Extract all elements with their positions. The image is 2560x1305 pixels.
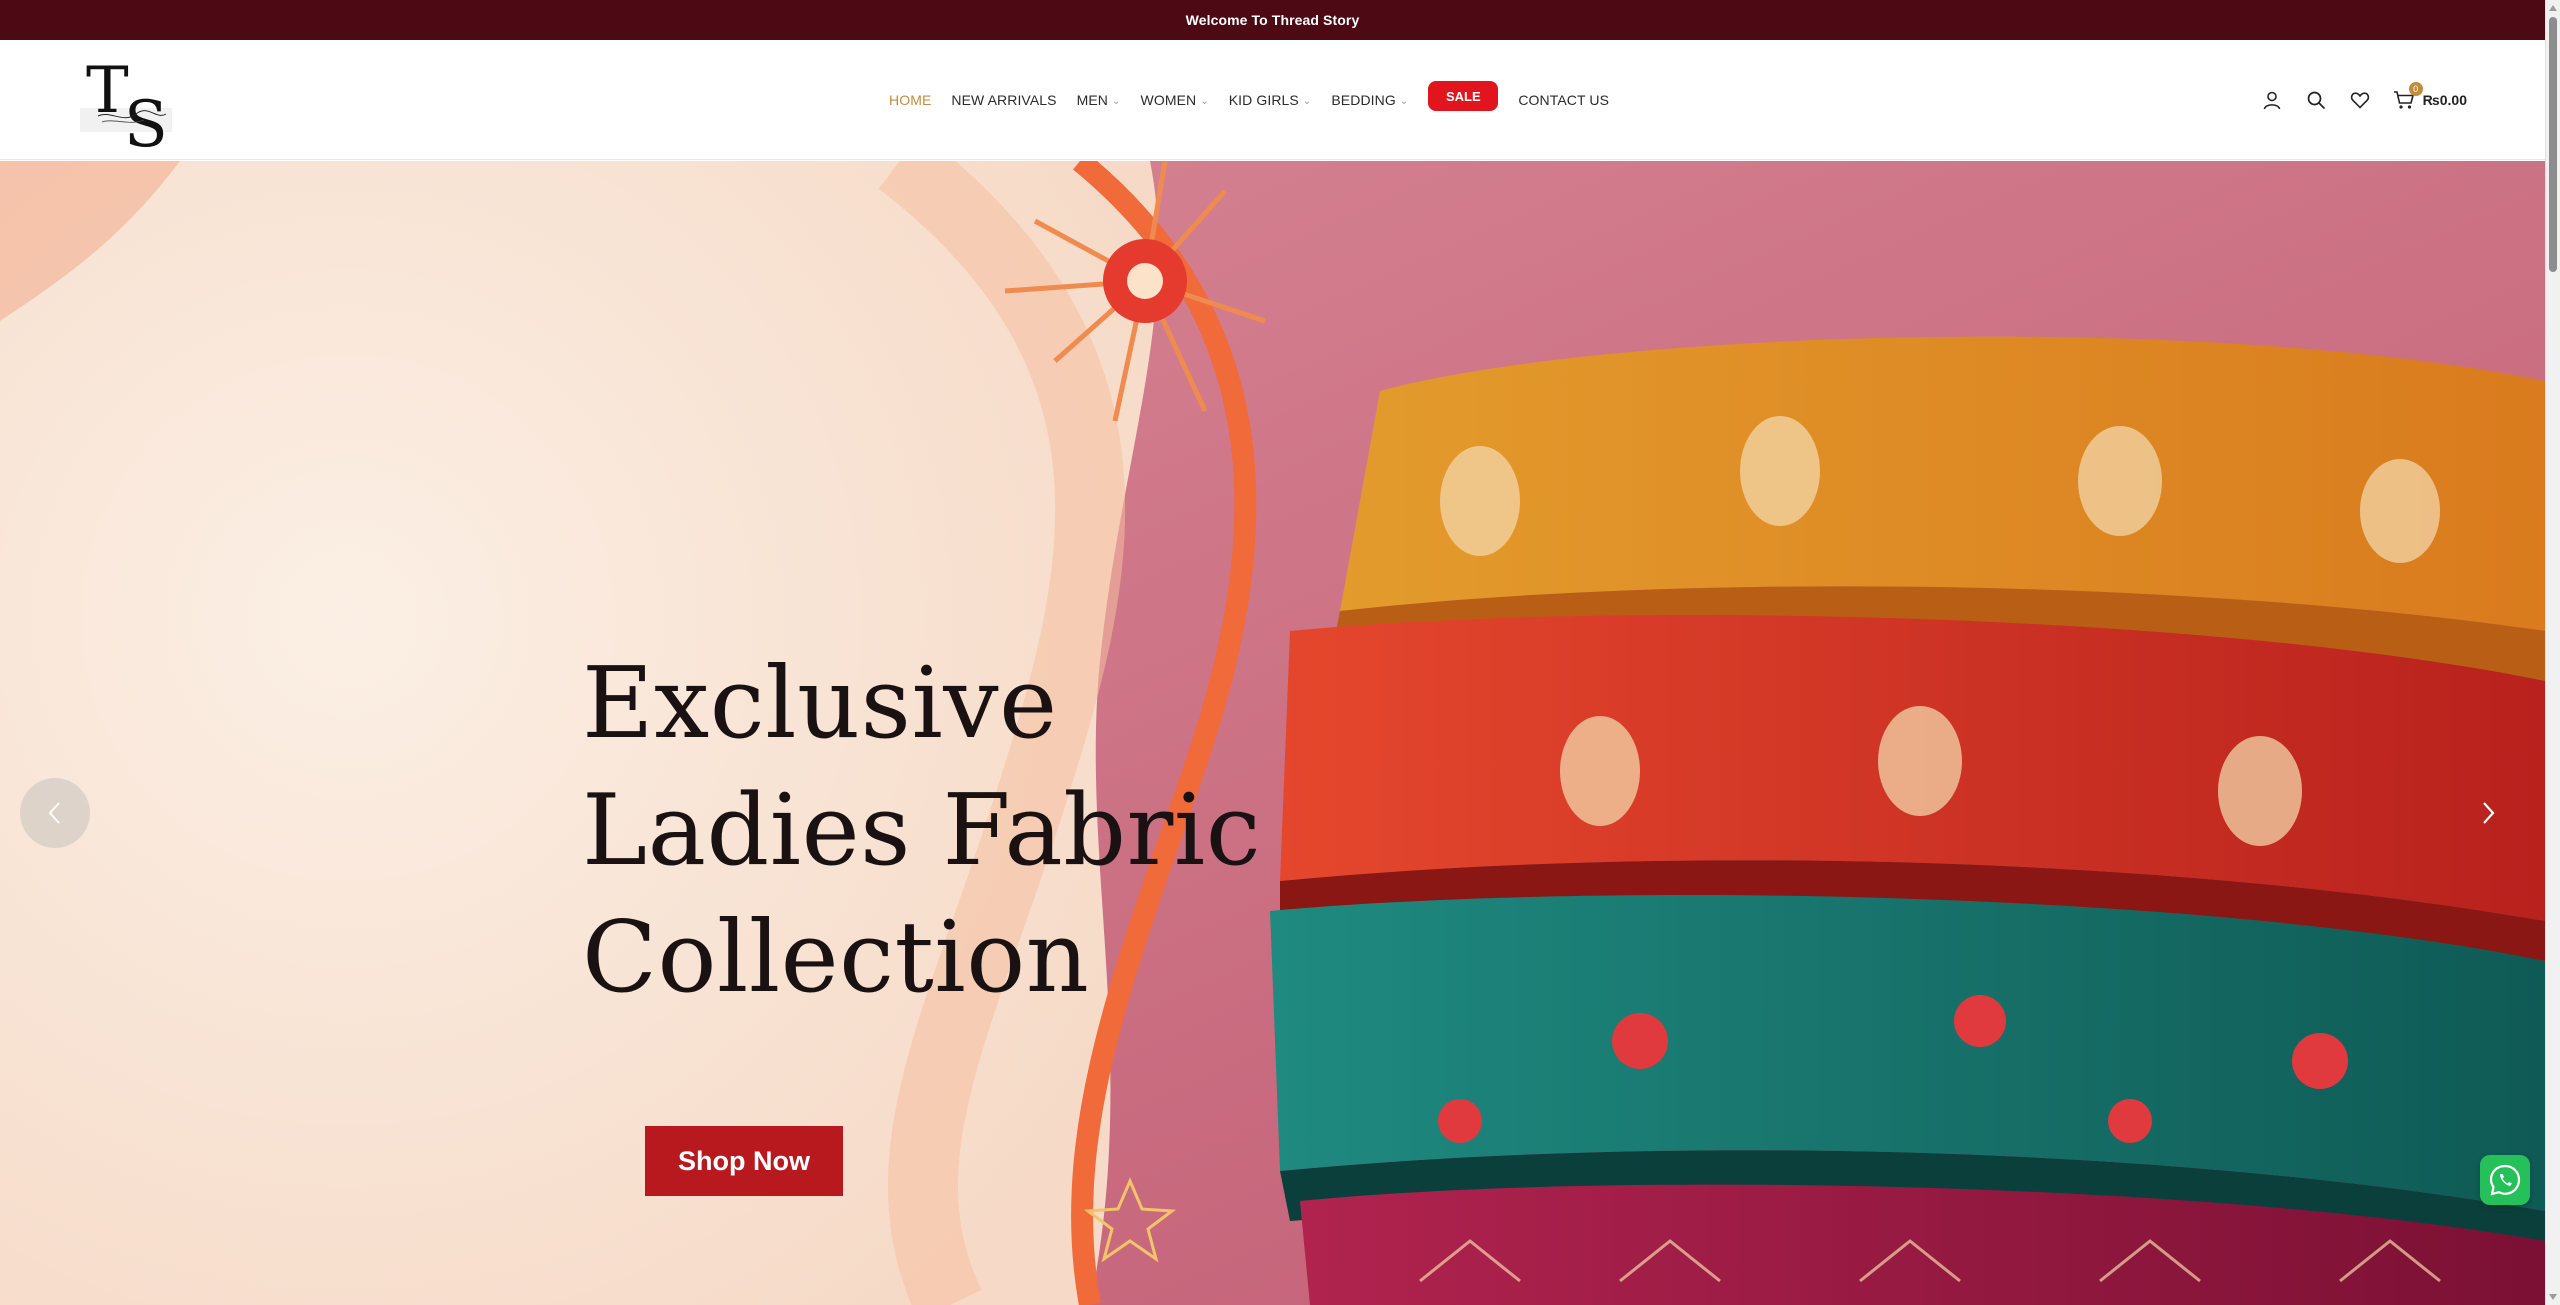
search-icon <box>2307 91 2325 110</box>
scroll-thumb[interactable] <box>2549 17 2557 272</box>
cart-button[interactable]: 0 ₨0.00 <box>2393 82 2467 111</box>
nav-men[interactable]: MEN ⌄ <box>1077 92 1121 108</box>
sale-label: SALE <box>1446 88 1481 104</box>
header-tools: 0 ₨0.00 <box>2261 40 2467 160</box>
chevron-down-icon: ⌄ <box>1302 95 1312 107</box>
shop-now-button[interactable]: Shop Now <box>645 1126 843 1196</box>
whatsapp-button[interactable] <box>2480 1155 2530 1205</box>
page-scrollbar[interactable] <box>2545 0 2560 1305</box>
nav-home[interactable]: HOME <box>889 92 931 108</box>
nav-new-arrivals-label: NEW ARRIVALS <box>951 92 1057 108</box>
nav-home-label: HOME <box>889 92 932 108</box>
nav-contact[interactable]: CONTACT US <box>1518 92 1609 108</box>
slider-next-button[interactable] <box>2470 795 2506 831</box>
cart-total: ₨0.00 <box>2422 92 2467 108</box>
scroll-up-arrow[interactable] <box>2549 5 2557 11</box>
hero-title-line-3: Collection <box>582 901 1090 1015</box>
logo-mark: T S <box>80 54 172 162</box>
hero-title-line-1: Exclusive <box>582 647 1058 761</box>
nav-women[interactable]: WOMEN ⌄ <box>1141 92 1209 108</box>
nav-bedding[interactable]: BEDDING ⌄ <box>1331 92 1408 108</box>
announcement-bar: Welcome To Thread Story <box>0 0 2545 40</box>
whatsapp-icon <box>2489 1164 2521 1196</box>
nav-women-label: WOMEN <box>1140 92 1197 108</box>
chevron-left-icon <box>48 802 60 824</box>
chevron-down-icon: ⌄ <box>1399 95 1409 107</box>
sale-button[interactable]: SALE <box>1428 81 1499 111</box>
nav-kid-girls[interactable]: KID GIRLS ⌄ <box>1229 92 1312 108</box>
slider-prev-button[interactable] <box>20 778 90 848</box>
hero-title: Exclusive Ladies Fabric Collection <box>582 641 1382 1022</box>
cart-icon-wrap: 0 <box>2393 82 2423 111</box>
nav-new-arrivals[interactable]: NEW ARRIVALS <box>951 92 1056 108</box>
hero-slider: Exclusive Ladies Fabric Collection Shop … <box>0 161 2545 1305</box>
announcement-text: Welcome To Thread Story <box>1185 12 1360 28</box>
site-logo[interactable]: T S <box>80 50 172 162</box>
account-button[interactable] <box>2261 89 2283 111</box>
cart-count-badge: 0 <box>2408 82 2423 96</box>
shop-now-label: Shop Now <box>678 1145 810 1176</box>
svg-text:S: S <box>124 88 168 150</box>
nav-kid-girls-label: KID GIRLS <box>1228 92 1299 108</box>
nav-men-label: MEN <box>1076 92 1109 108</box>
nav-bedding-label: BEDDING <box>1331 92 1396 108</box>
chevron-down-icon: ⌄ <box>1200 95 1209 107</box>
chevron-right-icon <box>2483 802 2495 824</box>
svg-text:T: T <box>86 54 129 128</box>
nav-contact-label: CONTACT US <box>1518 92 1610 108</box>
site-header: T S HOME NEW ARRIVALS MEN ⌄ WOMEN ⌄ KID GI… <box>0 40 2545 162</box>
hero-title-line-2: Ladies Fabric <box>582 774 1262 888</box>
search-button[interactable] <box>2305 89 2327 111</box>
wishlist-button[interactable] <box>2349 89 2371 111</box>
heart-icon <box>2350 92 2369 109</box>
user-icon <box>2263 91 2280 110</box>
main-nav: HOME NEW ARRIVALS MEN ⌄ WOMEN ⌄ KID GIRLS ⌄… <box>889 40 1629 160</box>
chevron-down-icon: ⌄ <box>1112 95 1121 107</box>
scroll-down-arrow[interactable] <box>2549 1294 2557 1300</box>
